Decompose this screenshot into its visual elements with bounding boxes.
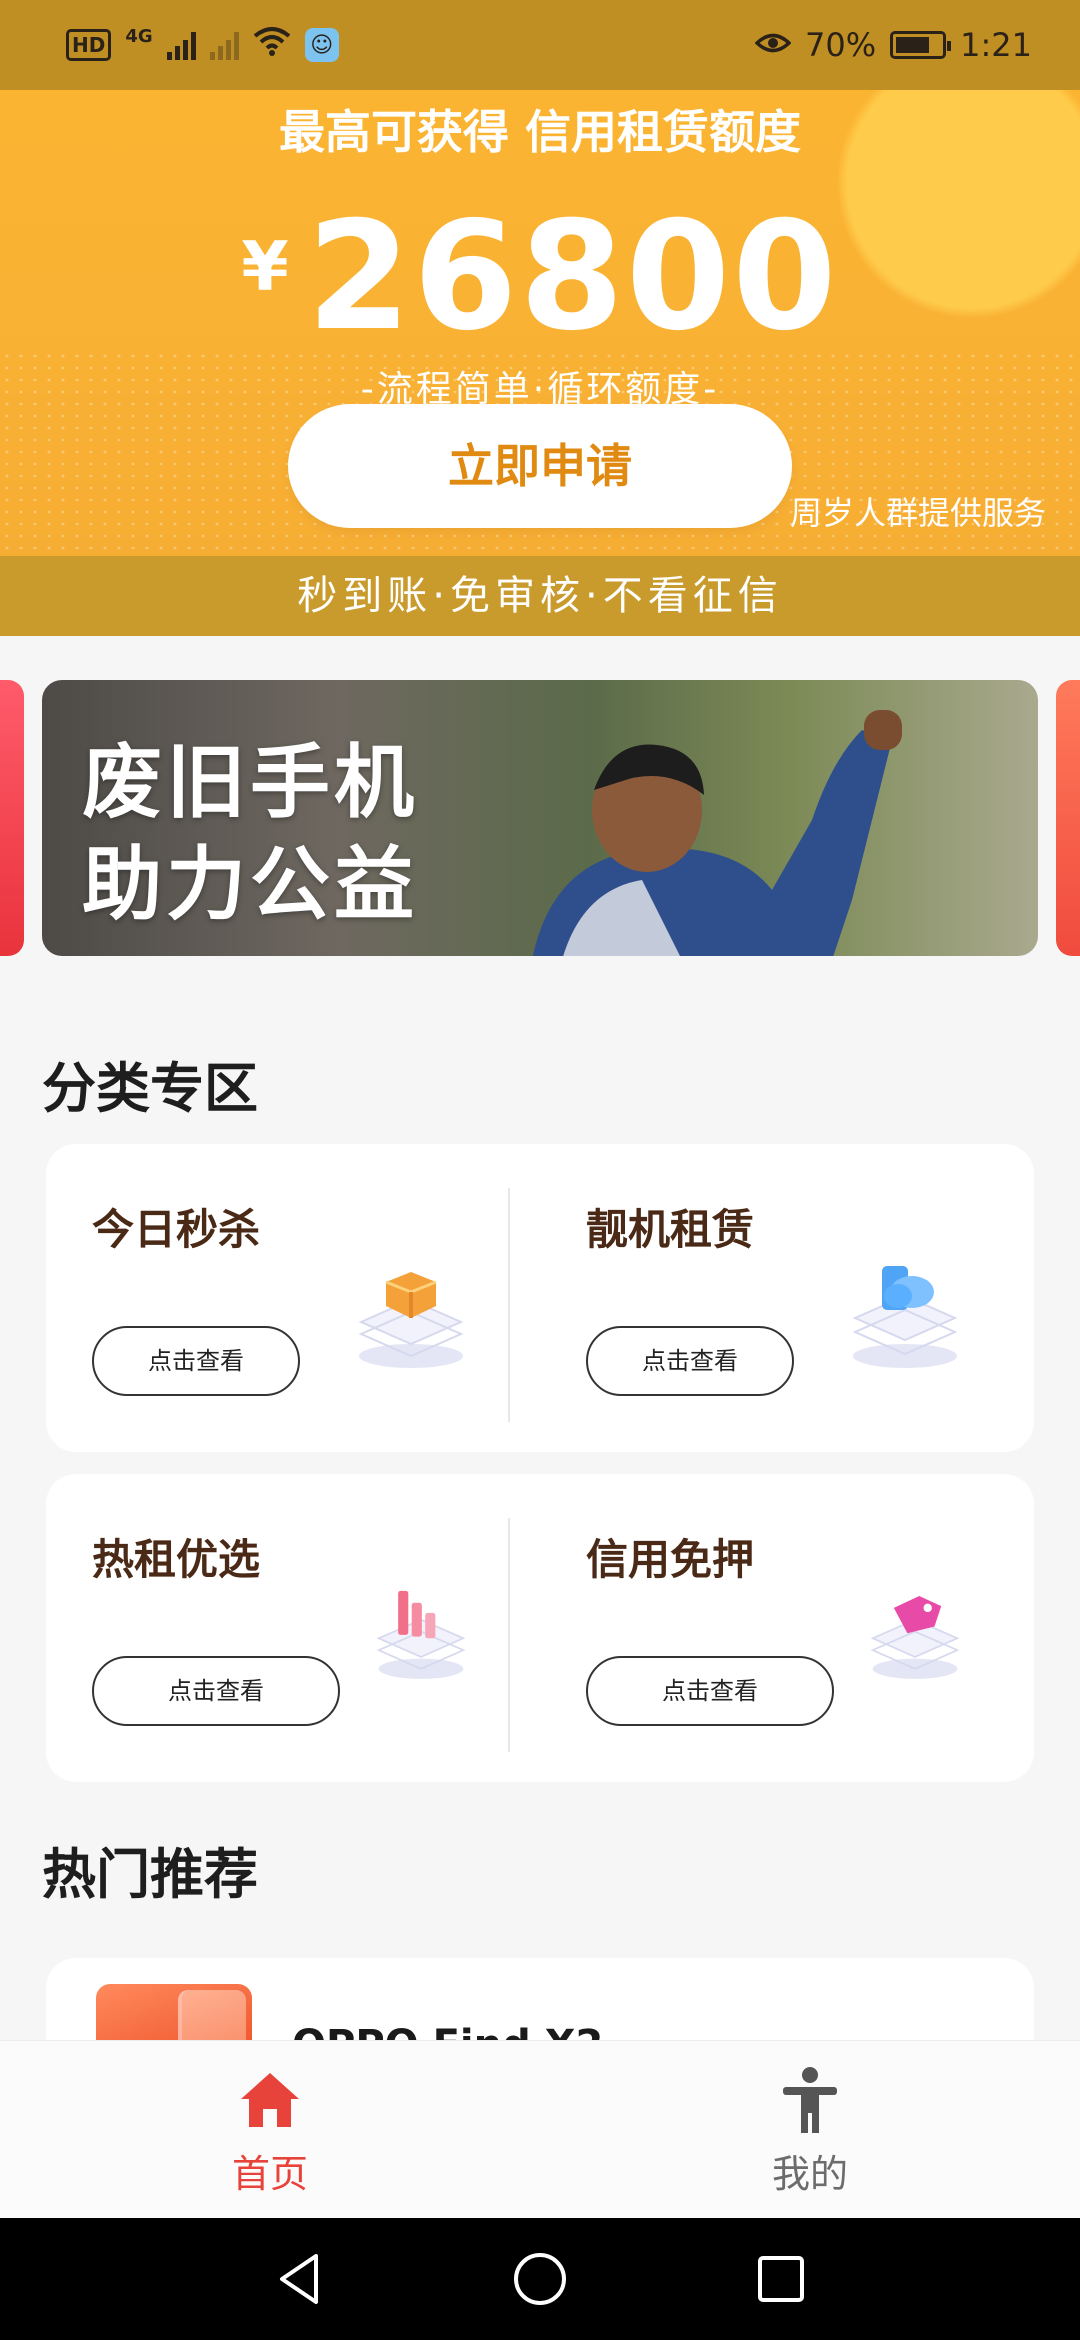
view-hot-rental-button[interactable]: 点击查看 (92, 1656, 340, 1726)
view-flash-sale-button[interactable]: 点击查看 (92, 1326, 300, 1396)
home-icon (241, 2073, 299, 2127)
nav-home-tab[interactable]: 首页 (170, 2065, 370, 2198)
view-phone-rental-button[interactable]: 点击查看 (586, 1326, 794, 1396)
category-flash-sale[interactable]: 今日秒杀 点击查看 (46, 1144, 540, 1452)
currency-symbol: ¥ (241, 228, 289, 307)
credit-amount: ¥26800 (0, 190, 1080, 364)
category-deposit-free[interactable]: 信用免押 点击查看 (540, 1474, 1034, 1782)
home-circle-icon[interactable] (509, 2248, 571, 2310)
price-tag-icon (870, 1596, 960, 1679)
category-phone-rental[interactable]: 靓机租赁 点击查看 (540, 1144, 1034, 1452)
hero-service-note: 周岁人群提供服务 (789, 494, 1046, 532)
category-name: 今日秒杀 (92, 1205, 261, 1254)
hd-badge: HD (66, 29, 112, 61)
hero-headline: 最高可获得 信用租赁额度 (278, 105, 801, 159)
bar-chart-icon (376, 1590, 466, 1679)
network-gen-label: 4G (125, 26, 153, 47)
battery-percent: 70% (805, 26, 877, 64)
category-name: 信用免押 (586, 1535, 755, 1584)
banner-carousel[interactable]: 废旧手机 助力公益 (0, 680, 1080, 956)
wifi-icon (253, 26, 291, 64)
apply-now-button[interactable]: 立即申请 (288, 404, 792, 528)
banner-text: 废旧手机 助力公益 (82, 732, 418, 936)
system-navigation-bar (0, 2218, 1080, 2340)
charity-banner[interactable]: 废旧手机 助力公益 (42, 680, 1038, 956)
status-right: 70% 1:21 (754, 26, 1032, 64)
banner-line-1: 废旧手机 (82, 736, 418, 829)
signal-2-icon (209, 30, 239, 60)
bottom-navigation: 首页 我的 (0, 2040, 1080, 2218)
carousel-next-slide[interactable] (1056, 680, 1080, 956)
status-bar: HD 4G ☺ 70% 1:21 (0, 0, 1080, 90)
category-name: 热租优选 (92, 1535, 261, 1584)
child-photo-illustration (532, 710, 902, 956)
category-name: 靓机租赁 (586, 1205, 755, 1254)
amount-value: 26800 (306, 190, 839, 364)
card-divider (508, 1518, 510, 1752)
hot-section-title: 热门推荐 (42, 1843, 258, 1906)
status-left: HD 4G ☺ (66, 26, 339, 64)
eye-comfort-icon (754, 26, 792, 64)
app-notification-icon: ☺ (304, 28, 339, 62)
battery-icon (890, 31, 952, 59)
recents-icon[interactable] (750, 2248, 812, 2310)
nav-me-label: 我的 (771, 2152, 848, 2196)
card-divider (508, 1188, 510, 1422)
credit-hero-banner: 最高可获得 信用租赁额度 ¥26800 -流程简单·循环额度- 周岁人群提供服务… (0, 90, 1080, 556)
back-icon[interactable] (270, 2248, 332, 2310)
category-card-row-2: 热租优选 点击查看 信用免押 点击查看 (46, 1474, 1034, 1782)
gift-box-icon (358, 1272, 464, 1368)
promo-strip: 秒到账·免审核·不看征信 (0, 556, 1080, 636)
person-icon (783, 2067, 837, 2133)
category-section-title: 分类专区 (42, 1057, 258, 1120)
carousel-prev-slide[interactable] (0, 680, 24, 956)
category-card-row-1: 今日秒杀 点击查看 靓机租赁 点击查看 (46, 1144, 1034, 1452)
nav-me-tab[interactable]: 我的 (710, 2065, 910, 2198)
signal-icon (166, 30, 196, 60)
clock: 1:21 (960, 26, 1032, 64)
nav-home-label: 首页 (231, 2152, 308, 2196)
category-hot-rental[interactable]: 热租优选 点击查看 (46, 1474, 540, 1782)
phone-cloud-icon (852, 1266, 958, 1368)
view-deposit-free-button[interactable]: 点击查看 (586, 1656, 834, 1726)
banner-line-2: 助力公益 (82, 838, 418, 931)
